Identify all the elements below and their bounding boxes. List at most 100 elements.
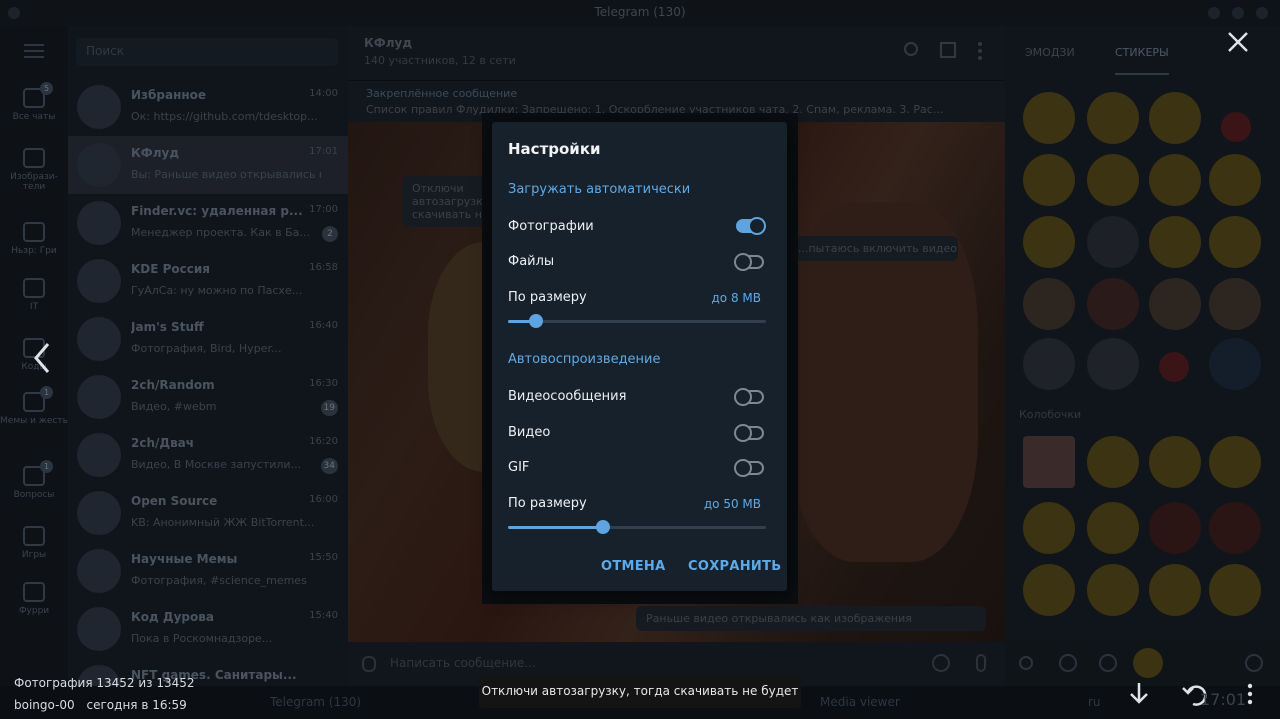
sticker[interactable] — [1209, 564, 1261, 616]
sticker[interactable] — [1087, 92, 1139, 144]
chat-item[interactable]: Научные Мемы Фотография, #science_memes 15… — [68, 542, 348, 600]
chat-item[interactable]: Finder.vc: удаленная р... Менеджер проект… — [68, 194, 348, 252]
photo-author[interactable]: boingo-00 — [14, 698, 75, 712]
more-vertical-icon[interactable] — [978, 42, 982, 60]
sticker[interactable] — [1087, 154, 1139, 206]
chat-item[interactable]: Open Source KB: Анонимный ЖЖ BitTorrent..… — [68, 484, 348, 542]
sticker[interactable] — [1209, 436, 1261, 488]
tab-emoji[interactable]: ЭМОДЗИ — [1025, 46, 1075, 59]
tab-stickers[interactable]: СТИКЕРЫ — [1115, 46, 1169, 75]
close-icon[interactable] — [1224, 28, 1252, 56]
previous-photo-icon[interactable] — [30, 340, 54, 376]
cancel-button[interactable]: ОТМЕНА — [601, 559, 665, 574]
attach-icon[interactable] — [362, 656, 376, 672]
sticker[interactable] — [1023, 436, 1075, 488]
microphone-icon[interactable] — [976, 654, 986, 672]
autodownload-header: Загружать автоматически — [508, 182, 691, 197]
chat-item[interactable]: 2ch/Двач Видео, В Москве запустили... 16:2… — [68, 426, 348, 484]
hamburger-icon[interactable] — [24, 44, 44, 58]
autoplay-size-slider[interactable] — [508, 520, 766, 534]
folder-it[interactable]: IT — [0, 278, 68, 312]
chat-item-active[interactable]: КФлудВы: Раньше видео открывались как...… — [68, 136, 348, 194]
sticker[interactable] — [1023, 154, 1075, 206]
files-label: Файлы — [508, 254, 555, 269]
message-bubble[interactable]: Раньше видео открывались как изображения — [636, 606, 986, 631]
gif-toggle[interactable] — [734, 459, 764, 477]
files-toggle[interactable] — [734, 253, 764, 271]
folder-questions[interactable]: 1 Вопросы — [0, 460, 68, 500]
chat-item[interactable]: Код Дурова Пока в Роскомнадзоре... 15:40 — [68, 600, 348, 658]
emoji-icon[interactable] — [932, 654, 950, 672]
chat-list: Поиск Избранное Ок: https://github.com/td… — [68, 26, 348, 686]
sticker[interactable] — [1149, 92, 1201, 144]
more-vertical-icon[interactable] — [1238, 680, 1262, 708]
video-messages-toggle[interactable] — [734, 388, 764, 406]
recent-icon[interactable] — [1059, 654, 1077, 672]
sticker[interactable] — [1023, 502, 1075, 554]
taskbar-item[interactable]: Media viewer — [820, 695, 900, 709]
search-icon[interactable] — [904, 42, 918, 56]
minimize-icon[interactable] — [1208, 7, 1220, 19]
sticker[interactable] — [1023, 216, 1075, 268]
chat-header: КФлуд 140 участников, 12 в сети — [348, 26, 1005, 80]
window-close-icon[interactable] — [1256, 7, 1268, 19]
search-icon[interactable] — [1019, 656, 1033, 670]
sticker[interactable] — [1087, 278, 1139, 330]
folder-nzr[interactable]: Ньзр: Гри — [0, 222, 68, 256]
chat-item[interactable]: Jam's Stuff Фотография, Bird, Hyper... 16:… — [68, 310, 348, 368]
autoload-settings-dialog: Настройки Загружать автоматически Фотогр… — [492, 122, 787, 591]
maximize-icon[interactable] — [1232, 7, 1244, 19]
sticker[interactable] — [1149, 278, 1201, 330]
sticker[interactable] — [1149, 154, 1201, 206]
taskbar-item[interactable]: Telegram (130) — [270, 695, 361, 709]
sticker[interactable] — [1023, 564, 1075, 616]
sticker-set-icon[interactable] — [1133, 648, 1163, 678]
sticker[interactable] — [1209, 216, 1261, 268]
sticker[interactable] — [1087, 564, 1139, 616]
sticker[interactable] — [1087, 216, 1139, 268]
chat-item[interactable]: KDE Россия ГуАлСа: ну можно по Пасхе... 16… — [68, 252, 348, 310]
sticker[interactable] — [1149, 436, 1201, 488]
chat-subtitle: 140 участников, 12 в сети — [364, 54, 516, 67]
settings-icon[interactable] — [1245, 654, 1263, 672]
folder-games[interactable]: Игры — [0, 526, 68, 560]
keyboard-layout[interactable]: ru — [1088, 695, 1101, 709]
photo-date: сегодня в 16:59 — [86, 698, 187, 712]
sticker[interactable] — [1023, 278, 1075, 330]
chat-search-input[interactable]: Поиск — [76, 38, 338, 66]
sidebar-toggle-icon[interactable] — [940, 42, 956, 58]
message-input[interactable]: Написать сообщение... — [390, 656, 536, 670]
sticker[interactable] — [1087, 502, 1139, 554]
sticker[interactable] — [1221, 112, 1251, 142]
sticker[interactable] — [1209, 154, 1261, 206]
save-button[interactable]: СОХРАНИТЬ — [688, 559, 781, 574]
sticker[interactable] — [1149, 502, 1201, 554]
folder-artists[interactable]: Изобрази-тели — [0, 148, 68, 192]
sticker[interactable] — [1209, 278, 1261, 330]
sticker[interactable] — [1023, 92, 1075, 144]
sticker[interactable] — [1023, 338, 1075, 390]
video-toggle[interactable] — [734, 424, 764, 442]
download-size-slider[interactable] — [508, 314, 766, 328]
photos-toggle[interactable] — [736, 217, 766, 235]
folder-furry[interactable]: Фурри — [0, 582, 68, 616]
slider-thumb[interactable] — [596, 520, 611, 534]
sticker[interactable] — [1087, 338, 1139, 390]
folder-all[interactable]: 5 Все чаты — [0, 82, 68, 122]
folder-memes[interactable]: 1 Мемы и жесть — [0, 386, 68, 426]
slider-thumb[interactable] — [529, 314, 544, 328]
download-icon[interactable] — [1126, 680, 1156, 708]
chat-item[interactable]: 2ch/Random Видео, #webm 16:30 19 — [68, 368, 348, 426]
sticker[interactable] — [1209, 502, 1261, 554]
message-bubble[interactable]: ...пытаюсь включить видео — [788, 236, 958, 261]
add-icon[interactable] — [1099, 654, 1117, 672]
sticker[interactable] — [1159, 352, 1189, 382]
photo-author-line[interactable]: boingo-00 сегодня в 16:59 — [14, 698, 187, 712]
chat-item[interactable]: Избранное Ок: https://github.com/tdesktop… — [68, 78, 348, 136]
sticker[interactable] — [1087, 436, 1139, 488]
sticker[interactable] — [1149, 564, 1201, 616]
window-titlebar: Telegram (130) — [0, 0, 1280, 26]
folder-icon — [23, 148, 45, 168]
sticker[interactable] — [1209, 338, 1261, 390]
sticker[interactable] — [1149, 216, 1201, 268]
